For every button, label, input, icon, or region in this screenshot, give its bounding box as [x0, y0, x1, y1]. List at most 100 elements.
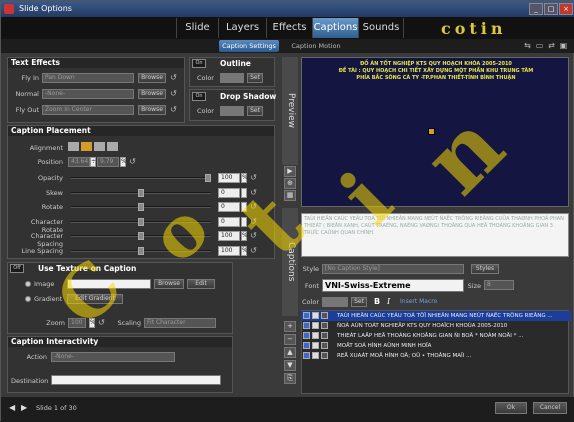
visibility-checkbox[interactable] [303, 312, 310, 319]
ok-button[interactable]: Ok [495, 402, 527, 414]
caption-anchor-handle[interactable] [428, 128, 435, 135]
texture-toggle[interactable]: Off [10, 264, 24, 273]
skew-input[interactable]: 0 [218, 188, 240, 198]
slider-knob[interactable] [138, 232, 144, 240]
drop-shadow-color-swatch[interactable] [220, 106, 244, 116]
scaling-select[interactable]: Fit Character [144, 318, 216, 328]
visibility-checkbox[interactable] [303, 342, 310, 349]
align-right-icon[interactable] [94, 142, 105, 151]
caption-list-item[interactable]: ÑOÀ AÙN TOÁT NGHIEÄP KTS QUY HOAÏCH KHOÙ… [301, 321, 571, 331]
italic-button[interactable]: I [387, 297, 390, 306]
character-spacing-input[interactable]: 100 [218, 231, 240, 241]
move-down-icon[interactable]: ▼ [284, 360, 296, 371]
next-slide-icon[interactable]: ▶ [21, 403, 27, 412]
visibility-checkbox[interactable] [303, 322, 310, 329]
normal-select[interactable]: -None- [42, 89, 134, 99]
slider-knob[interactable] [138, 189, 144, 197]
outline-color-swatch[interactable] [220, 73, 244, 83]
position-y-input[interactable]: 9.79 [97, 157, 119, 167]
caption-row-controls[interactable] [303, 332, 333, 340]
insert-macro-link[interactable]: Insert Macro [400, 298, 437, 305]
tab-effects[interactable]: Effects [266, 18, 312, 38]
caption-list-item[interactable]: TAÙI HIEÄN CAÙC YEÁU TOÁ TÖÏ NHIEÂN MANG… [301, 311, 571, 321]
visibility-checkbox[interactable] [303, 332, 310, 339]
line-spacing-input[interactable]: 100 [218, 246, 240, 256]
copy-caption-icon[interactable]: ⎘ [284, 373, 296, 384]
fly-in-select[interactable]: Pan Down [42, 73, 134, 83]
align-center-icon[interactable] [81, 142, 92, 151]
caption-text-area[interactable]: TAÙI HIEÄN CAÙC YEÁU TOÁ TÖÏ NHIEÂN MANG… [301, 213, 569, 257]
rotate-input[interactable]: 0 [218, 202, 240, 212]
maximize-button[interactable]: □ [544, 3, 558, 15]
subtab-caption-motion[interactable]: Caption Motion [286, 40, 346, 52]
image-edit-button[interactable]: Edit [187, 279, 215, 289]
caption-row-controls[interactable] [303, 342, 333, 350]
caption-row-controls[interactable] [303, 322, 333, 330]
captions-side-tab[interactable]: Captions [282, 208, 298, 316]
font-select[interactable]: VNI-Swiss-Extreme [322, 279, 464, 292]
opacity-slider[interactable] [71, 177, 211, 179]
action-select[interactable]: -None- [51, 352, 175, 362]
lock-checkbox[interactable] [311, 352, 319, 359]
copy-settings-icon[interactable]: ⇆ [523, 41, 532, 50]
normal-browse-button[interactable]: Browse [138, 89, 166, 99]
reset-icon[interactable]: ↺ [249, 246, 258, 255]
settings-icon[interactable]: ▣ [559, 41, 568, 50]
caption-row-controls[interactable] [303, 352, 333, 360]
font-color-set-button[interactable]: Set [351, 297, 367, 307]
styles-button[interactable]: Styles [471, 264, 499, 274]
reset-icon[interactable]: ↺ [249, 202, 258, 211]
zoom-icon[interactable]: ⊕ [284, 178, 296, 189]
tab-slide[interactable]: Slide [176, 18, 218, 38]
tab-layers[interactable]: Layers [218, 18, 266, 38]
gradient-radio[interactable] [25, 296, 31, 302]
opacity-input[interactable]: 100 [218, 173, 240, 183]
preview-side-tab[interactable]: Preview [282, 57, 298, 165]
fly-out-select[interactable]: Zoom In Center [42, 105, 134, 115]
caption-row-controls[interactable] [303, 312, 333, 320]
align-justify-icon[interactable] [107, 142, 118, 151]
position-x-stepper[interactable]: ÷ [90, 157, 96, 167]
lock-checkbox[interactable] [311, 332, 319, 339]
grid-icon[interactable]: ▦ [284, 190, 296, 201]
drop-shadow-set-button[interactable]: Set [247, 106, 263, 116]
caption-list-item[interactable]: THIEÁT LAÄP HEÄ THOÁNG KHOÂNG GIAN ÑI BO… [301, 331, 571, 341]
caption-list-item[interactable]: REÅ XUAÁT MOÄ HÌNH OÂ; OÛ • THOÂNG MAÏI … [301, 351, 571, 361]
outline-toggle[interactable]: On [192, 59, 206, 68]
visibility-checkbox[interactable] [303, 352, 310, 359]
reset-icon[interactable]: ↺ [128, 157, 137, 166]
align-left-icon[interactable] [68, 142, 79, 151]
reset-icon[interactable]: ↺ [169, 73, 178, 82]
reset-icon[interactable]: ↺ [249, 231, 258, 240]
prev-slide-icon[interactable]: ◀ [9, 403, 15, 412]
destination-input[interactable] [51, 375, 221, 385]
minimize-button[interactable]: _ [529, 3, 543, 15]
position-x-input[interactable]: 43.64 [68, 157, 90, 167]
outline-set-button[interactable]: Set [247, 73, 263, 83]
reset-icon[interactable]: ↺ [249, 217, 258, 226]
size-select[interactable]: 8 [484, 280, 514, 290]
lock-checkbox[interactable] [311, 342, 319, 349]
slider-knob[interactable] [138, 218, 144, 226]
drop-shadow-toggle[interactable]: On [192, 92, 206, 101]
reset-icon[interactable]: ↺ [169, 89, 178, 98]
font-color-swatch[interactable] [322, 297, 348, 307]
bold-button[interactable]: B [374, 297, 380, 306]
close-button[interactable]: × [559, 3, 573, 15]
reset-icon[interactable]: ↺ [169, 105, 178, 114]
reset-icon[interactable]: ↺ [249, 188, 258, 197]
tab-sounds[interactable]: Sounds [358, 18, 404, 38]
lock-checkbox[interactable] [311, 312, 319, 319]
play-icon[interactable]: ▶ [284, 166, 296, 177]
image-browse-button[interactable]: Browse [154, 279, 184, 289]
slider-knob[interactable] [138, 247, 144, 255]
remove-caption-icon[interactable]: − [284, 334, 296, 345]
add-caption-icon[interactable]: + [284, 321, 296, 332]
slider-knob[interactable] [138, 203, 144, 211]
cancel-button[interactable]: Cancel [533, 402, 567, 414]
edit-gradient-button[interactable]: Edit Gradient [67, 294, 123, 304]
lock-checkbox[interactable] [311, 322, 319, 329]
image-radio[interactable] [25, 281, 31, 287]
image-path-input[interactable] [67, 279, 151, 289]
fly-in-browse-button[interactable]: Browse [138, 73, 166, 83]
